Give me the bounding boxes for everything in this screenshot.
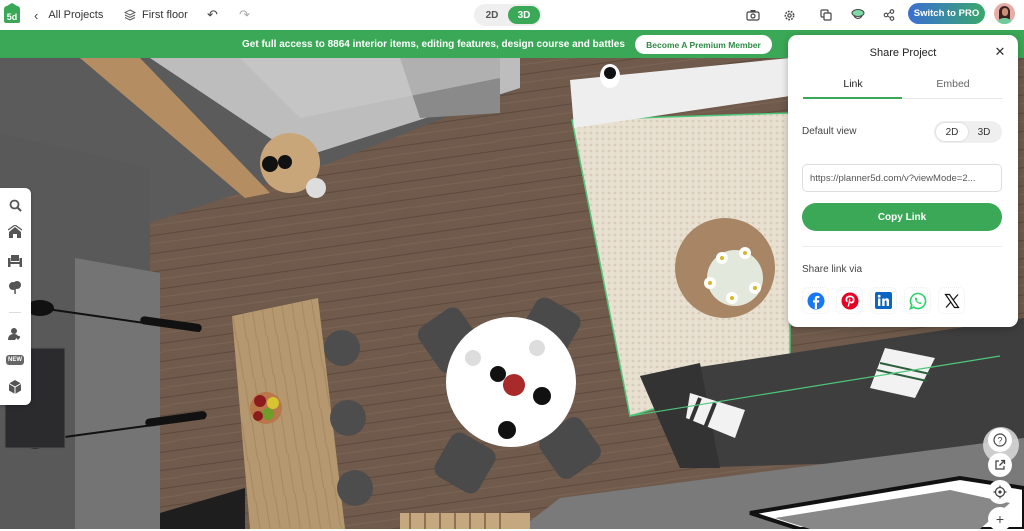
toolbar-divider xyxy=(9,312,21,313)
become-premium-button[interactable]: Become A Premium Member xyxy=(635,35,772,54)
undo-icon: ↶ xyxy=(207,7,218,22)
all-projects-link[interactable]: ‹ All Projects xyxy=(34,0,103,30)
close-button[interactable]: ✕ xyxy=(992,44,1008,60)
whatsapp-icon xyxy=(908,292,926,310)
screenshot-button[interactable] xyxy=(746,0,760,30)
tab-link[interactable]: Link xyxy=(803,78,903,90)
outdoor-tool[interactable] xyxy=(6,278,24,296)
new-items-tool[interactable]: NEW xyxy=(6,351,24,369)
share-icon xyxy=(883,9,895,21)
default-view-label: Default view xyxy=(802,126,857,137)
undo-button[interactable]: ↶ xyxy=(207,0,218,30)
svg-text:?: ? xyxy=(997,435,1002,445)
share-whatsapp-button[interactable] xyxy=(904,287,931,314)
home-tool[interactable] xyxy=(6,223,24,241)
default-view-2d[interactable]: 2D xyxy=(936,123,968,141)
search-tool[interactable] xyxy=(6,196,24,214)
share-x-button[interactable] xyxy=(938,287,965,314)
layers-icon xyxy=(124,9,136,21)
top-bar: 5d ‹ All Projects First floor ↶ ↷ 2D 3D xyxy=(0,0,1024,30)
user-heart-icon xyxy=(8,328,21,340)
share-facebook-button[interactable] xyxy=(802,287,829,314)
tab-embed[interactable]: Embed xyxy=(903,78,1003,90)
home-icon xyxy=(8,225,22,238)
copy-link-button[interactable]: Copy Link xyxy=(802,203,1002,231)
duplicate-icon xyxy=(820,9,832,21)
tree-icon xyxy=(9,281,21,294)
3d-objects-tool[interactable] xyxy=(6,378,24,396)
share-project-panel: Share Project ✕ Link Embed Default view … xyxy=(788,35,1018,327)
settings-button[interactable] xyxy=(783,0,796,30)
x-icon xyxy=(943,293,960,308)
search-icon xyxy=(9,199,22,212)
locate-button[interactable] xyxy=(988,480,1012,504)
share-pinterest-button[interactable] xyxy=(836,287,863,314)
community-tool[interactable] xyxy=(6,325,24,343)
cube-icon xyxy=(8,380,22,394)
camera-icon xyxy=(746,10,760,21)
share-linkedin-button[interactable] xyxy=(870,287,897,314)
gear-icon xyxy=(784,10,795,20)
zoom-in-button[interactable]: + xyxy=(988,507,1012,531)
share-panel-title: Share Project xyxy=(869,47,937,59)
help-icon: ? xyxy=(993,433,1007,447)
view-3d-button[interactable]: 3D xyxy=(508,6,540,24)
floor-label: First floor xyxy=(142,9,188,21)
help-button[interactable]: ? xyxy=(988,428,1012,452)
crosshair-icon xyxy=(993,485,1007,499)
plus-icon: + xyxy=(995,511,1005,527)
banner-text: Get full access to 8864 interior items, … xyxy=(242,39,625,50)
pro-features-button[interactable] xyxy=(850,0,866,30)
floor-selector[interactable]: First floor xyxy=(124,0,188,30)
open-external-button[interactable] xyxy=(988,453,1012,477)
share-link-input[interactable] xyxy=(802,164,1002,192)
furniture-tool[interactable] xyxy=(6,251,24,269)
active-tab-indicator xyxy=(803,97,902,99)
armchair-icon xyxy=(8,254,22,267)
view-mode-toggle: 2D 3D xyxy=(474,4,542,26)
pinterest-icon xyxy=(841,292,858,309)
switch-to-pro-button[interactable]: Switch to PRO xyxy=(908,3,985,24)
left-toolbar: NEW xyxy=(0,188,31,405)
chevron-left-icon: ‹ xyxy=(34,7,39,23)
default-view-toggle: 2D 3D xyxy=(934,121,1002,143)
share-via-label: Share link via xyxy=(802,264,863,275)
share-button[interactable] xyxy=(883,0,895,30)
linkedin-icon xyxy=(875,292,892,309)
facebook-icon xyxy=(807,292,824,309)
pro-badge-icon xyxy=(851,9,865,20)
planner5d-logo[interactable]: 5d xyxy=(4,3,20,23)
all-projects-label: All Projects xyxy=(48,9,104,21)
external-link-icon xyxy=(995,459,1006,470)
view-2d-button[interactable]: 2D xyxy=(476,6,508,24)
section-divider xyxy=(802,246,1002,247)
slatted-panel xyxy=(400,513,530,529)
duplicate-button[interactable] xyxy=(820,0,832,30)
redo-button[interactable]: ↷ xyxy=(239,0,250,30)
user-avatar[interactable] xyxy=(994,3,1015,24)
default-view-3d[interactable]: 3D xyxy=(968,123,1000,141)
new-badge-icon: NEW xyxy=(6,355,24,365)
redo-icon: ↷ xyxy=(239,7,250,22)
close-icon: ✕ xyxy=(994,44,1006,59)
